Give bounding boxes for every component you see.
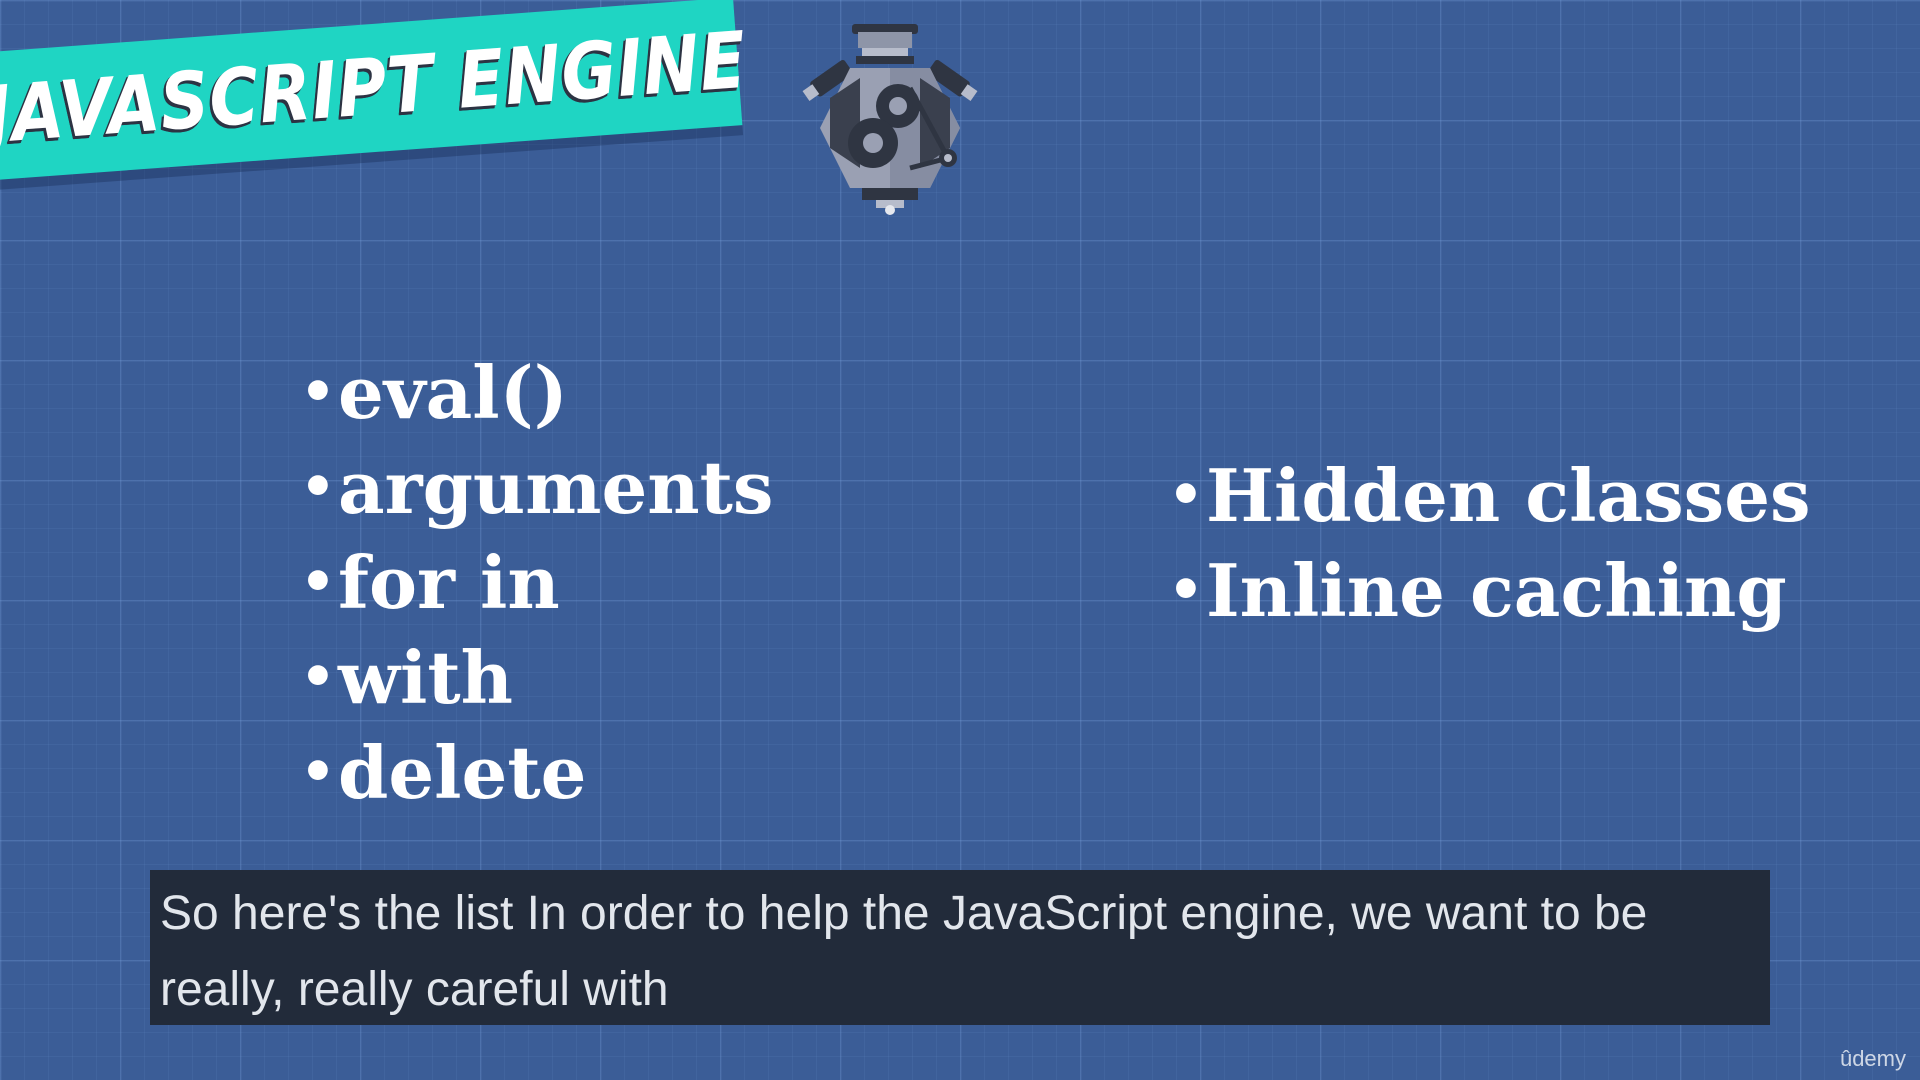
list-item: •arguments bbox=[300, 440, 773, 535]
list-item-text: Inline caching bbox=[1206, 548, 1787, 633]
list-item: •Hidden classes bbox=[1168, 448, 1811, 543]
bullet-icon: • bbox=[300, 549, 336, 615]
list-item: •Inline caching bbox=[1168, 543, 1811, 638]
bullet-icon: • bbox=[300, 359, 336, 425]
list-item-text: Hidden classes bbox=[1206, 453, 1811, 538]
udemy-watermark: ûdemy bbox=[1839, 1046, 1906, 1071]
bullet-icon: • bbox=[1168, 557, 1204, 623]
list-item-text: delete bbox=[338, 730, 587, 815]
bullet-icon: • bbox=[300, 644, 336, 710]
list-item-text: with bbox=[338, 635, 513, 720]
bullet-icon: • bbox=[1168, 462, 1204, 528]
list-item: •eval() bbox=[300, 345, 773, 440]
list-item-text: for in bbox=[338, 540, 560, 625]
engine-icon bbox=[802, 24, 978, 215]
title-banner: JAVASCRIPT ENGINE bbox=[0, 0, 750, 180]
list-item: •delete bbox=[300, 725, 773, 820]
left-bullet-list: •eval() •arguments •for in •with •delete bbox=[300, 345, 773, 820]
right-bullet-list: •Hidden classes •Inline caching bbox=[1168, 448, 1811, 638]
bullet-icon: • bbox=[300, 454, 336, 520]
list-item-text: eval() bbox=[338, 350, 568, 435]
list-item: •with bbox=[300, 630, 773, 725]
caption-text: So here's the list In order to help the … bbox=[160, 887, 1648, 1016]
slide-title: JAVASCRIPT ENGINE bbox=[0, 15, 750, 162]
caption-box: So here's the list In order to help the … bbox=[150, 870, 1770, 1025]
bullet-icon: • bbox=[300, 739, 336, 805]
list-item-text: arguments bbox=[338, 445, 774, 530]
list-item: •for in bbox=[300, 535, 773, 630]
